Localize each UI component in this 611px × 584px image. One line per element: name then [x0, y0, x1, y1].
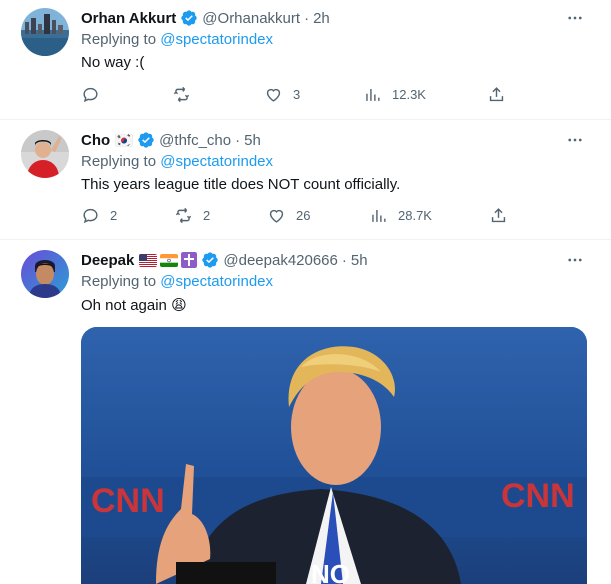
avatar[interactable]: [21, 8, 69, 56]
display-name[interactable]: Cho: [81, 132, 110, 149]
more-icon[interactable]: [565, 250, 585, 270]
like-icon: [269, 209, 284, 223]
share-button[interactable]: [489, 205, 508, 225]
views-button[interactable]: 12.3K: [363, 84, 426, 104]
like-icon: [266, 88, 281, 102]
views-icon: [372, 209, 386, 222]
tweet-header: Deepak @deepak420666 · 5h: [81, 251, 368, 269]
retweet-button[interactable]: [172, 84, 201, 104]
tweet-text: This years league title does NOT count o…: [81, 176, 401, 193]
tweet-header: Orhan Akkurt @Orhanakkurt · 2h: [81, 9, 330, 27]
verified-icon: [202, 252, 219, 268]
reply-icon: [83, 208, 98, 223]
display-name[interactable]: Orhan Akkurt: [81, 10, 176, 27]
reply-icon: [83, 87, 98, 102]
like-button[interactable]: 26: [267, 205, 310, 225]
reply-button[interactable]: 2: [81, 205, 117, 225]
views-icon: [366, 88, 380, 101]
avatar[interactable]: [21, 250, 69, 298]
share-icon: [491, 207, 506, 222]
user-handle[interactable]: @Orhanakkurt: [202, 10, 300, 27]
tweet-text: Oh not again 😩: [81, 297, 187, 314]
tweet-orhan[interactable]: Orhan Akkurt @Orhanakkurt · 2h Replying …: [0, 0, 611, 120]
verified-icon: [181, 10, 197, 26]
replying-to: Replying to @spectatorindex: [81, 153, 274, 170]
user-handle[interactable]: @deepak420666: [223, 252, 338, 269]
retweet-icon: [173, 86, 190, 102]
replying-to: Replying to @spectatorindex: [81, 273, 274, 290]
more-icon[interactable]: [565, 130, 585, 150]
retweet-icon: [175, 207, 192, 223]
verified-icon: [138, 132, 154, 148]
timestamp[interactable]: 5h: [351, 252, 368, 269]
display-name[interactable]: Deepak: [81, 252, 134, 269]
share-button[interactable]: [487, 84, 506, 104]
share-icon: [489, 86, 504, 101]
tweet-actions: 2 2 26 28.7K: [81, 205, 593, 225]
cross-icon: [181, 252, 198, 268]
more-icon[interactable]: [565, 8, 585, 28]
tweet-actions: 3 12.3K: [81, 84, 593, 104]
like-button[interactable]: 3: [264, 84, 300, 104]
retweet-button[interactable]: 2: [174, 205, 210, 225]
svg-text:CNN: CNN: [501, 477, 575, 515]
tweet-media-video[interactable]: CNN CNN NO: [81, 327, 587, 584]
user-handle[interactable]: @thfc_cho: [159, 132, 231, 149]
tweet-cho[interactable]: Cho @thfc_cho · 5h Replying to @spectato…: [0, 120, 611, 240]
reply-button[interactable]: [81, 84, 110, 104]
svg-text:CNN: CNN: [91, 482, 165, 520]
tweet-deepak[interactable]: Deepak @deepak420666 · 5h Replying to @s…: [0, 240, 611, 584]
tweet-header: Cho @thfc_cho · 5h: [81, 131, 261, 149]
timestamp[interactable]: 2h: [313, 10, 330, 27]
replying-to-link[interactable]: @spectatorindex: [160, 31, 273, 48]
replying-to: Replying to @spectatorindex: [81, 31, 274, 48]
south-korea-flag-icon: [115, 133, 134, 147]
replying-to-link[interactable]: @spectatorindex: [160, 153, 273, 170]
timestamp[interactable]: 5h: [244, 132, 261, 149]
avatar[interactable]: [21, 130, 69, 178]
tweet-text: No way :(: [81, 54, 145, 71]
views-button[interactable]: 28.7K: [369, 205, 432, 225]
india-flag-icon: [160, 253, 179, 267]
usa-flag-icon: [139, 253, 158, 267]
replying-to-link[interactable]: @spectatorindex: [160, 273, 273, 290]
media-caption: NO: [311, 559, 350, 584]
